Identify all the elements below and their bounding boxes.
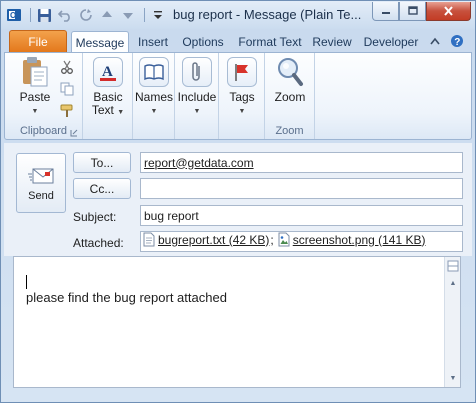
attachment-item[interactable]: screenshot.png (141 KB)	[278, 232, 426, 247]
svg-text:?: ?	[454, 37, 460, 48]
names-label: Names	[135, 90, 174, 104]
undo-icon[interactable]	[56, 6, 74, 24]
message-body[interactable]: please find the bug report attached ▲ ▼	[13, 256, 461, 388]
chevron-down-icon: ▼	[31, 108, 39, 115]
split-view-icon[interactable]	[446, 259, 460, 273]
maximize-icon[interactable]	[399, 2, 426, 21]
attachments-list: bugreport.txt (42 KB) ; screenshot.png (…	[143, 232, 425, 247]
zoom-button-label: Zoom	[274, 90, 306, 104]
dialog-launcher-icon[interactable]	[70, 126, 78, 137]
minimize-icon[interactable]	[372, 2, 399, 21]
qat-separator	[144, 8, 145, 22]
to-recipient[interactable]: report@getdata.com	[144, 156, 254, 170]
tab-message[interactable]: Message	[71, 31, 129, 53]
tab-developer[interactable]: Developer	[359, 31, 423, 53]
paperclip-icon	[181, 56, 213, 88]
tab-format-text[interactable]: Format Text	[234, 31, 306, 53]
copy-icon[interactable]	[59, 81, 75, 97]
customize-qat-icon[interactable]	[149, 6, 167, 24]
help-icon[interactable]: ?	[450, 34, 464, 48]
text-cursor	[26, 275, 27, 289]
tags-button[interactable]: Tags ▼	[223, 56, 261, 118]
title-bar: O bug report - Message (Plain Te...	[1, 1, 475, 29]
chevron-down-icon: ▼	[117, 109, 125, 116]
message-body-text[interactable]: please find the bug report attached	[26, 290, 227, 305]
include-button[interactable]: Include ▼	[177, 56, 217, 118]
clipboard-group: Paste ▼ Clipboard	[5, 53, 83, 139]
window-controls	[372, 2, 471, 21]
chevron-down-icon: ▼	[238, 108, 246, 115]
outlook-message-window: O bug report - Message (Plain Te... File…	[0, 0, 476, 403]
attachment-name[interactable]: screenshot.png (141 KB)	[293, 233, 426, 247]
attachment-separator: ;	[270, 232, 274, 247]
include-group: Include ▼	[175, 53, 219, 139]
close-icon[interactable]	[426, 2, 471, 21]
cc-button[interactable]: Cc...	[73, 178, 131, 199]
window-title: bug report - Message (Plain Te...	[173, 7, 362, 22]
flag-icon	[226, 56, 258, 88]
to-field[interactable]: report@getdata.com	[140, 152, 463, 173]
paste-icon	[19, 56, 51, 88]
subject-label: Subject:	[73, 210, 117, 224]
previous-item-icon[interactable]	[98, 6, 116, 24]
ribbon-tabs: File Message Insert Options Format Text …	[1, 29, 475, 53]
svg-text:O: O	[10, 11, 16, 20]
tab-options[interactable]: Options	[177, 31, 229, 53]
zoom-button[interactable]: Zoom	[269, 56, 311, 104]
vertical-scrollbar[interactable]: ▲ ▼	[444, 257, 460, 387]
basic-text-label-line2: Text ▼	[91, 103, 125, 117]
names-button[interactable]: Names ▼	[135, 56, 173, 118]
paste-label: Paste	[19, 90, 51, 104]
include-label: Include	[177, 90, 217, 104]
minimize-ribbon-icon[interactable]	[428, 34, 442, 48]
tab-file[interactable]: File	[9, 30, 67, 52]
qat-separator	[30, 8, 31, 22]
send-envelope-icon	[28, 168, 54, 183]
scroll-down-icon[interactable]: ▼	[446, 372, 460, 384]
text-file-icon	[143, 232, 155, 247]
basic-text-button[interactable]: A Basic Text ▼	[88, 56, 128, 119]
subject-field[interactable]: bug report	[140, 205, 463, 226]
to-button[interactable]: To...	[73, 152, 131, 173]
zoom-group-label: Zoom	[275, 125, 304, 137]
send-button[interactable]: Send	[16, 153, 66, 213]
ribbon-panel: Paste ▼ Clipboard A Basic Text ▼ Names ▼…	[4, 52, 472, 140]
tab-review[interactable]: Review	[309, 31, 355, 53]
attachment-item[interactable]: bugreport.txt (42 KB)	[143, 232, 269, 247]
scroll-up-icon[interactable]: ▲	[446, 277, 460, 289]
magnifier-icon	[274, 56, 306, 88]
basic-text-group: A Basic Text ▼	[83, 53, 133, 139]
next-item-icon[interactable]	[119, 6, 137, 24]
font-icon: A	[92, 56, 124, 88]
chevron-down-icon: ▼	[150, 108, 158, 115]
quick-access-toolbar: O	[5, 6, 170, 24]
format-painter-icon[interactable]	[59, 103, 75, 119]
save-icon[interactable]	[35, 6, 53, 24]
tags-label: Tags	[229, 90, 255, 104]
paste-button[interactable]: Paste ▼	[13, 56, 57, 118]
attachment-name[interactable]: bugreport.txt (42 KB)	[158, 233, 269, 247]
outlook-app-icon[interactable]: O	[5, 6, 23, 24]
cc-field[interactable]	[140, 178, 463, 199]
cut-icon[interactable]	[59, 59, 75, 75]
tab-insert[interactable]: Insert	[132, 31, 174, 53]
address-book-icon	[138, 56, 170, 88]
message-header: Send To... report@getdata.com Cc... Subj…	[4, 143, 472, 256]
send-label: Send	[28, 189, 54, 202]
tags-group: Tags ▼	[219, 53, 265, 139]
names-group: Names ▼	[133, 53, 175, 139]
svg-text:A: A	[102, 64, 113, 80]
image-file-icon	[278, 232, 290, 247]
attached-label: Attached:	[73, 236, 124, 250]
redo-icon[interactable]	[77, 6, 95, 24]
chevron-down-icon: ▼	[193, 108, 201, 115]
zoom-group: Zoom Zoom	[265, 53, 315, 139]
